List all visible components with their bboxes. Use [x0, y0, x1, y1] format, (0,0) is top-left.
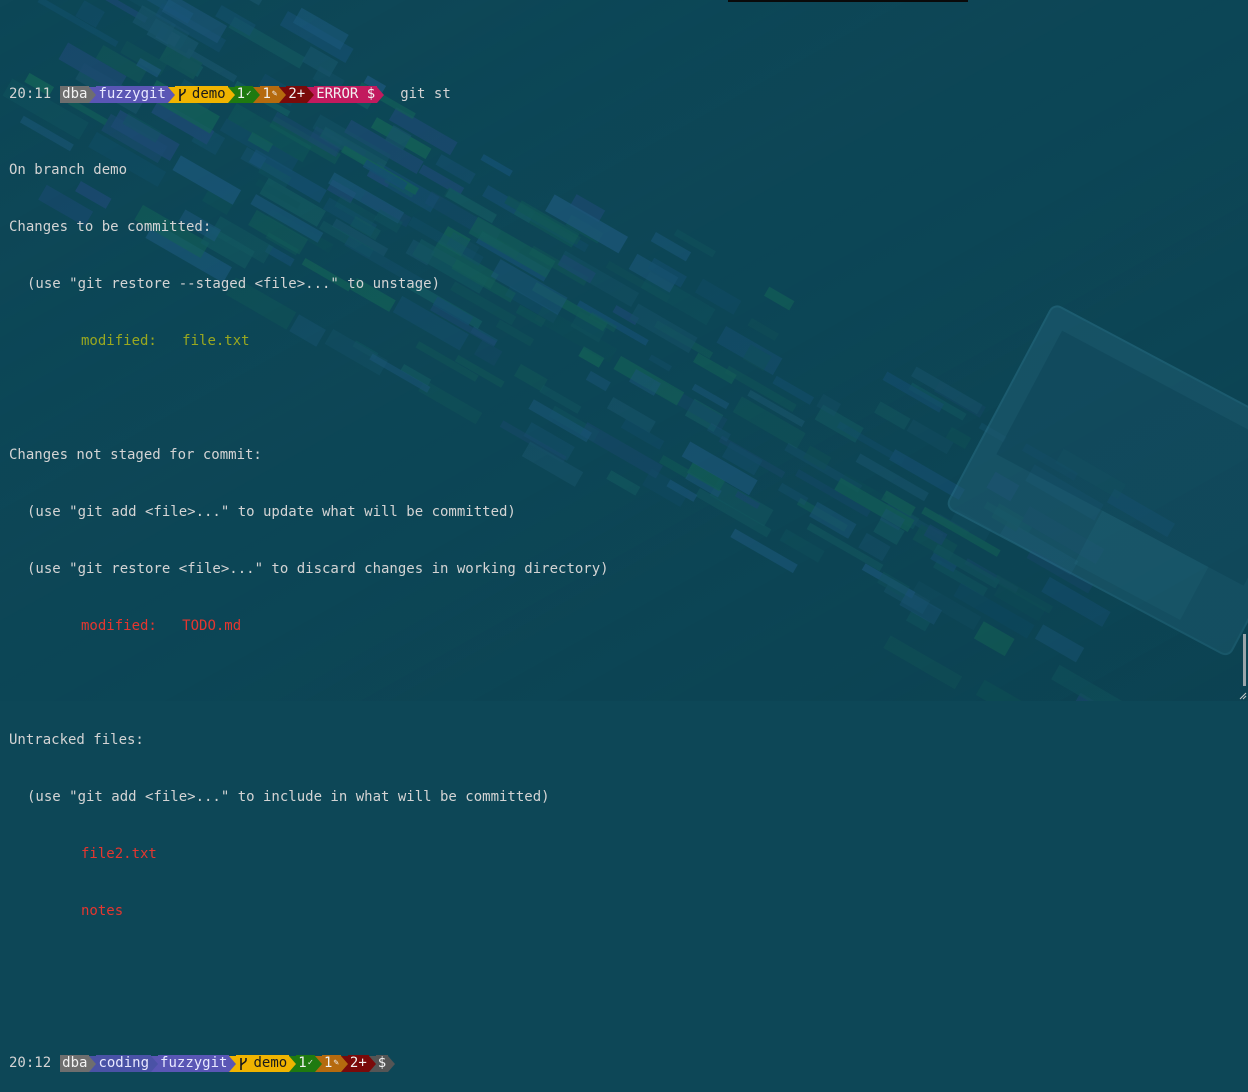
terminal-output[interactable]: 20:11 dba fuzzygit demo 1 ✓ 1 ✎ 2+ ERROR $…	[9, 9, 1248, 1092]
staged-hint: (use "git restore --staged <file>..." to…	[27, 276, 441, 292]
segment-separator	[229, 1055, 237, 1072]
unstaged-label: modified:	[81, 618, 157, 634]
prompt-time: 20:12	[9, 1055, 52, 1071]
modified-count: 1	[324, 1055, 333, 1071]
prompt-untracked-segment: 2+	[347, 1055, 369, 1072]
staged-file: file.txt	[182, 333, 250, 349]
segment-separator	[89, 1055, 97, 1072]
prompt-modified-segment: 1 ✎	[260, 86, 280, 103]
check-icon: ✓	[307, 1058, 314, 1068]
check-icon: ✓	[246, 89, 252, 99]
staged-count: 1	[236, 86, 246, 102]
unstaged-hint-1: (use "git add <file>..." to update what …	[27, 504, 516, 520]
pencil-icon: ✎	[271, 89, 278, 99]
segment-separator	[279, 86, 287, 103]
prompt-line-2: 20:12 dba coding fuzzygit demo 1 ✓ 1 ✎ 2+ …	[9, 1054, 1248, 1073]
prompt-user-segment: dba	[60, 1055, 90, 1072]
segment-separator	[151, 1055, 159, 1072]
typed-command: git st	[400, 86, 451, 102]
untracked-file: file2.txt	[81, 846, 157, 862]
segment-separator	[377, 86, 385, 103]
staged-count: 1	[298, 1055, 307, 1071]
prompt-branch-segment: demo	[174, 86, 228, 103]
segment-separator	[289, 1055, 297, 1072]
modified-count: 1	[262, 86, 271, 102]
prompt-line-1: 20:11 dba fuzzygit demo 1 ✓ 1 ✎ 2+ ERROR $…	[9, 85, 1248, 104]
prompt-branch-segment: demo	[236, 1055, 290, 1072]
resize-grip-icon[interactable]	[1239, 692, 1247, 700]
untracked-file: notes	[81, 903, 124, 919]
branch-name: demo	[253, 1055, 288, 1071]
segment-separator	[253, 86, 261, 103]
git-branch-icon	[179, 88, 186, 101]
unstaged-header: Changes not staged for commit:	[9, 447, 262, 463]
window-top-edge	[728, 0, 968, 2]
status-branch-line: On branch demo	[9, 162, 128, 178]
segment-separator	[340, 1055, 348, 1072]
unstaged-file-line: modified: TODO.md	[9, 617, 1248, 636]
prompt-error-segment: ERROR $	[314, 86, 378, 103]
prompt-staged-segment: 1 ✓	[234, 86, 254, 103]
segment-separator	[307, 86, 315, 103]
prompt-time: 20:11	[9, 86, 52, 102]
untracked-header: Untracked files:	[9, 732, 144, 748]
git-branch-icon	[240, 1057, 248, 1070]
unstaged-hint-2: (use "git restore <file>..." to discard …	[27, 561, 609, 577]
scrollbar-thumb[interactable]	[1243, 634, 1246, 686]
segment-separator	[167, 86, 175, 103]
staged-file-line: modified: file.txt	[9, 332, 1248, 351]
prompt-folder-segment: coding	[96, 1055, 152, 1072]
prompt-repo-segment: fuzzygit	[96, 86, 168, 103]
segment-separator	[388, 1055, 396, 1072]
prompt-staged-segment: 1 ✓	[296, 1055, 316, 1072]
staged-label: modified:	[81, 333, 157, 349]
prompt-repo-segment: fuzzygit	[158, 1055, 230, 1072]
staged-header: Changes to be committed:	[9, 219, 212, 235]
prompt-dollar-segment: $	[375, 1055, 389, 1072]
segment-separator	[368, 1055, 376, 1072]
segment-separator	[227, 86, 235, 103]
untracked-hint: (use "git add <file>..." to include in w…	[27, 789, 550, 805]
segment-separator	[315, 1055, 323, 1072]
prompt-untracked-segment: 2+	[286, 86, 308, 103]
branch-name: demo	[191, 86, 226, 102]
prompt-modified-segment: 1 ✎	[322, 1055, 341, 1072]
unstaged-file: TODO.md	[182, 618, 242, 634]
segment-separator	[89, 86, 97, 103]
pencil-icon: ✎	[333, 1058, 339, 1068]
prompt-user-segment: dba	[60, 86, 90, 103]
